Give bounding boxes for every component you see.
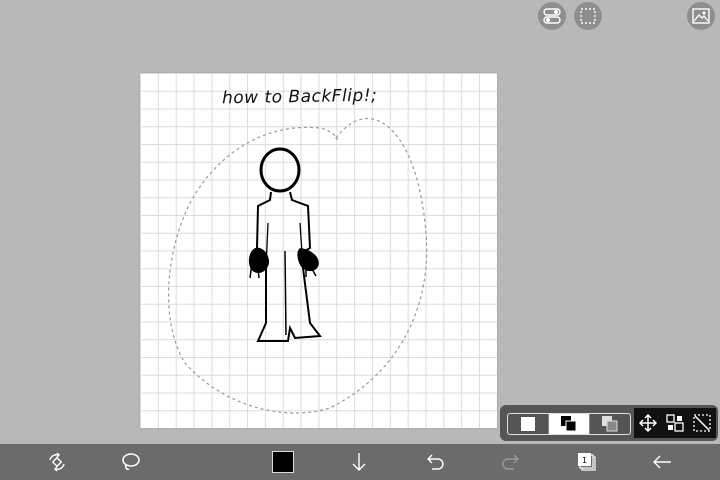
select-subtract-icon [602, 416, 618, 432]
selection-tools [634, 408, 716, 438]
layer-count: 1 [582, 456, 587, 465]
move-icon[interactable] [638, 414, 657, 432]
layers-icon: 1 [578, 453, 596, 471]
toggle-settings-button[interactable] [538, 2, 566, 30]
selection-mode-group [507, 413, 631, 435]
figure-right-hand [297, 248, 319, 277]
undo-icon [427, 454, 444, 470]
undo-button[interactable] [417, 444, 453, 480]
back-button[interactable] [644, 444, 680, 480]
select-subtract-button[interactable] [589, 414, 630, 434]
select-new-icon [521, 417, 535, 431]
select-add-icon [561, 416, 577, 432]
select-add-button[interactable] [548, 414, 589, 434]
lasso-button[interactable] [113, 444, 149, 480]
figure-head [259, 147, 301, 193]
layers-button[interactable]: 1 [569, 444, 605, 480]
image-button[interactable] [687, 2, 715, 30]
lasso-icon [122, 453, 140, 470]
image-icon [692, 8, 710, 24]
transform-tool-button[interactable] [39, 444, 75, 480]
back-arrow-icon [653, 455, 671, 469]
redo-icon [502, 454, 519, 470]
select-new-button[interactable] [508, 414, 548, 434]
selection-frame-button[interactable] [574, 2, 602, 30]
color-button[interactable] [265, 444, 301, 480]
transform-icon[interactable] [666, 414, 684, 432]
selection-frame-icon [580, 8, 596, 24]
deselect-icon[interactable] [693, 414, 711, 432]
save-down-arrow-icon [352, 453, 366, 471]
canvas-area[interactable]: how to BackFlip!; [0, 0, 720, 444]
drawing-paper[interactable]: how to BackFlip!; [140, 73, 497, 428]
eraser-transform-icon [49, 452, 65, 472]
save-button[interactable] [341, 444, 377, 480]
redo-button[interactable] [493, 444, 529, 480]
color-swatch [272, 451, 294, 473]
selection-panel [500, 405, 718, 441]
bottom-toolbar: 1 [0, 444, 720, 480]
toggle-settings-icon [543, 8, 561, 24]
stick-figure-drawing [168, 118, 428, 414]
